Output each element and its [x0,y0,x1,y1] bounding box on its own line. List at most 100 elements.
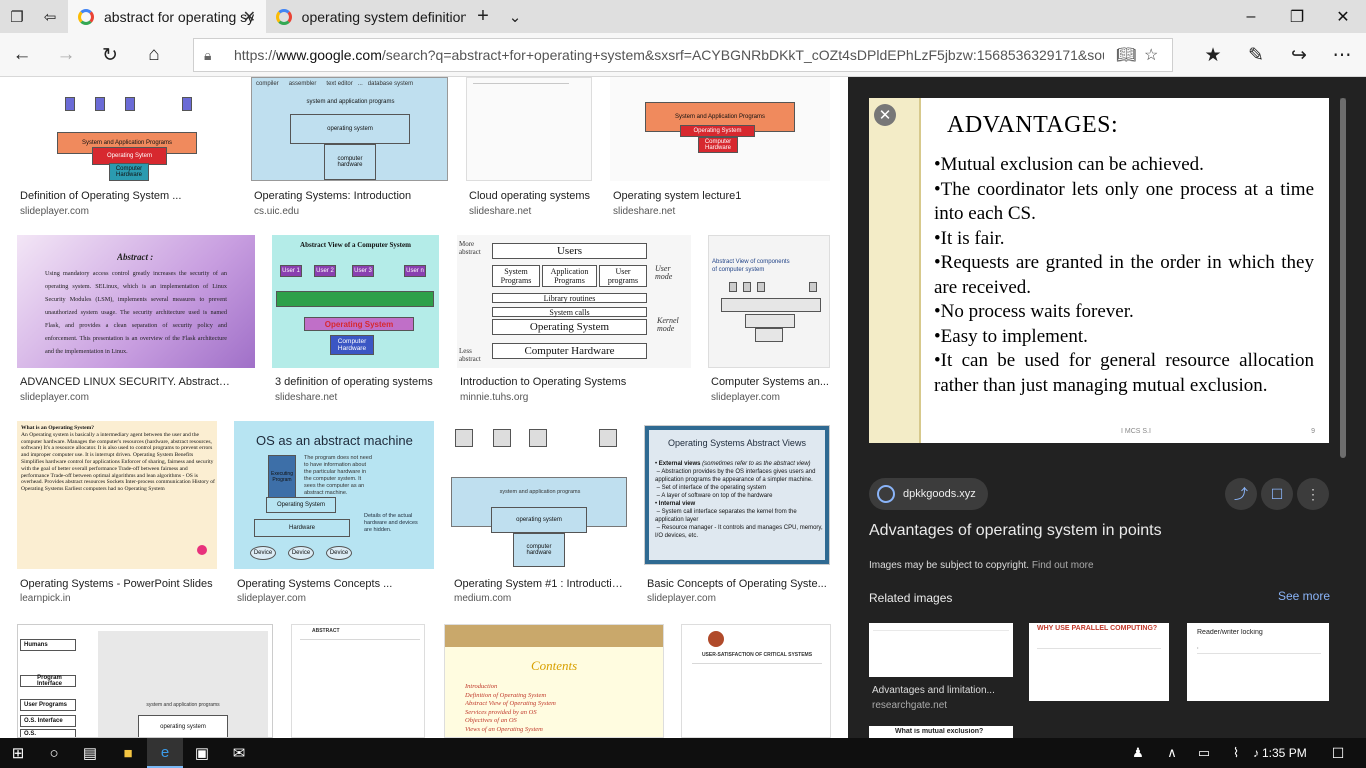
result-thumbnail[interactable]: ———————————————— [466,77,592,181]
minimize-icon[interactable]: – [1228,0,1274,33]
result-title[interactable]: Operating Systems - PowerPoint Slides [20,578,216,590]
result-thumbnail[interactable]: compiler assembler text editor ... datab… [251,77,448,181]
result-thumbnail[interactable]: Operating Systems Abstract Views • Exter… [644,425,830,565]
notifications-icon[interactable]: ☐ [1320,738,1356,768]
result-card[interactable]: Operating Systems Abstract Views • Exter… [644,425,830,606]
source-link-chip[interactable]: dpkkgoods.xyz [869,478,988,510]
result-thumbnail[interactable]: ABSTRACT ———————————————————————————————… [291,624,425,738]
result-thumbnail[interactable]: Abstract View of components of computer … [708,235,830,368]
result-card[interactable]: Abstract View of components of computer … [708,235,830,405]
find-out-more-link[interactable]: Find out more [1032,560,1094,571]
result-title[interactable]: Cloud operating systems [469,190,593,202]
people-icon[interactable]: ♟ [1120,738,1156,768]
result-thumbnail[interactable]: OS as an abstract machine Executing Prog… [234,421,434,569]
result-title[interactable]: Operating Systems: Introduction [254,190,444,202]
result-title[interactable]: Computer Systems an... [711,376,829,388]
favorite-star-icon[interactable]: ☆ [1144,45,1158,65]
related-image[interactable]: WHY USE PARALLEL COMPUTING? ————————————… [1029,623,1169,701]
mail-icon[interactable]: ✉ [221,738,257,768]
back-icon[interactable]: ← [4,38,40,72]
result-source: slideplayer.com [711,392,780,403]
result-card[interactable]: System and Application Programs Operatin… [610,77,830,217]
result-title[interactable]: ADVANCED LINUX SECURITY. Abstract ... [20,376,230,388]
clock[interactable]: 1:35 PM [1262,738,1307,768]
thumb-heading: Abstract View of a Computer System [300,241,411,249]
related-source: researchgate.net [872,700,948,711]
result-thumbnail[interactable]: What is an Operating System? An Operating… [17,421,217,569]
result-thumbnail[interactable]: Abstract View of a Computer System User … [272,235,439,368]
reading-view-icon[interactable]: 📖︎ [1116,45,1136,65]
result-card[interactable]: System and Application Programs Operatin… [17,77,234,217]
result-card[interactable]: USER-SATISFACTION OF CRITICAL SYSTEMS ——… [681,624,831,738]
result-thumbnail[interactable]: More abstract Less abstract Users System… [457,235,691,368]
result-card[interactable]: What is an Operating System? An Operating… [17,421,217,606]
close-tab-icon[interactable]: ✕ [243,7,256,27]
new-tab-icon[interactable]: + [466,0,500,33]
result-thumbnail[interactable]: System and Application Programs Operatin… [610,77,830,181]
related-image[interactable]: What is mutual exclusion? [869,726,1013,738]
restore-icon[interactable]: ❐ [1274,0,1320,33]
result-title[interactable]: Operating system lecture1 [613,190,823,202]
store-icon[interactable]: ▣ [184,738,220,768]
close-preview-icon[interactable]: ✕ [874,104,896,126]
share-icon[interactable]: ↪ [1281,38,1317,72]
slide-title: ADVANTAGES: [947,112,1119,138]
result-card[interactable]: Abstract View of a Computer System User … [272,235,439,405]
diagram-box [455,429,473,447]
preview-title[interactable]: Advantages of operating system in points [869,522,1162,540]
result-title[interactable]: Operating System #1 : Introductio... [454,578,624,590]
result-thumbnail[interactable]: Humans Program Interface User Programs O… [17,624,273,738]
battery-icon[interactable]: ▭ [1186,738,1222,768]
task-view-icon[interactable]: ▤ [72,738,108,768]
panel-scrollbar-thumb[interactable] [1340,98,1346,458]
result-card[interactable]: Abstract : Using mandatory access contro… [17,235,255,405]
program-box: Executing Program [268,455,296,499]
result-title[interactable]: Basic Concepts of Operating Syste... [647,578,829,590]
related-image[interactable]: Reader/writer locking •—————————————————… [1187,623,1329,701]
result-card[interactable]: Contents Introduction Definition of Oper… [444,624,664,738]
file-explorer-icon[interactable]: ■ [110,738,146,768]
os-box: operating system [491,507,587,533]
result-card[interactable]: Humans Program Interface User Programs O… [17,624,273,738]
result-thumbnail[interactable]: system and application programs operatin… [451,421,627,569]
result-thumbnail[interactable]: Abstract : Using mandatory access contro… [17,235,255,368]
tab-definition[interactable]: operating system definition [266,0,466,33]
source-domain: dpkkgoods.xyz [903,488,976,500]
forward-icon[interactable]: → [48,38,84,72]
notes-icon[interactable]: ✎ [1238,38,1274,72]
more-options-icon[interactable]: ⋮ [1297,478,1329,510]
windows-start-icon[interactable]: ⊞ [0,738,36,768]
result-card[interactable]: compiler assembler text editor ... datab… [251,77,448,217]
tab-abstract[interactable]: abstract for operating sy ✕ [68,0,266,33]
favorites-list-icon[interactable]: ★ [1195,38,1231,72]
edge-icon[interactable]: e [147,738,183,768]
result-card[interactable]: ———————————————— Cloud operating systems… [466,77,592,217]
result-title[interactable]: Definition of Operating System ... [20,190,230,202]
result-card[interactable]: OS as an abstract machine Executing Prog… [234,421,434,606]
result-card[interactable]: More abstract Less abstract Users System… [457,235,691,405]
chevron-up-icon[interactable]: ∧ [1154,738,1190,768]
home-icon[interactable]: ⌂ [136,38,172,72]
result-card[interactable]: system and application programs operatin… [451,421,627,606]
refresh-icon[interactable]: ↻ [92,38,128,72]
result-thumbnail[interactable]: USER-SATISFACTION OF CRITICAL SYSTEMS ——… [681,624,831,738]
set-aside-tabs-icon[interactable]: ⇦ [33,0,67,33]
see-more-link[interactable]: See more [1278,589,1330,603]
result-title[interactable]: Operating Systems Concepts ... [237,578,433,590]
result-thumbnail[interactable]: System and Application Programs Operatin… [17,77,234,181]
result-card[interactable]: ABSTRACT ———————————————————————————————… [291,624,425,738]
save-bookmark-icon[interactable]: ☐ [1261,478,1293,510]
tab-list-chevron-icon[interactable]: ⌄ [498,0,532,33]
related-caption[interactable]: Advantages and limitation... [872,685,1010,696]
close-window-icon[interactable]: ✕ [1320,0,1366,33]
tab-actions-icon[interactable]: ❐ [0,0,34,33]
address-bar[interactable]: 🔒︎ https://www.google.com/search?q=abstr… [193,38,1173,72]
search-icon[interactable]: ○ [36,738,72,768]
preview-image[interactable]: ADVANTAGES: •Mutual exclusion can be ach… [869,98,1329,443]
result-title[interactable]: Introduction to Operating Systems [460,376,688,388]
result-thumbnail[interactable]: Contents Introduction Definition of Oper… [444,624,664,738]
result-title[interactable]: 3 definition of operating systems [275,376,439,388]
share-icon[interactable]: ⤴ [1225,478,1257,510]
related-image[interactable]: ————————————————————————————————————————… [869,623,1013,677]
more-icon[interactable]: ⋯ [1324,38,1360,72]
